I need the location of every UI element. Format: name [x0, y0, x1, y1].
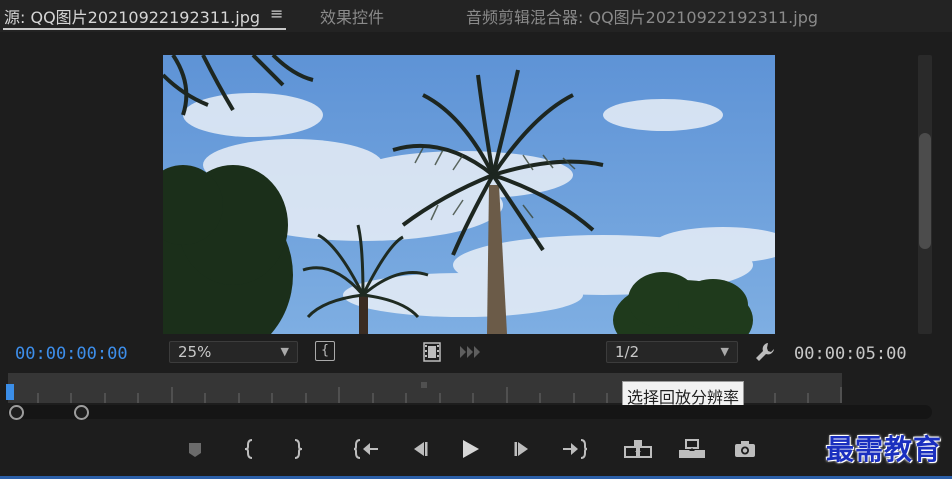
zoom-level-select[interactable]: 25% ▼	[169, 341, 298, 363]
duration-timecode: 00:00:05:00	[794, 344, 907, 364]
overwrite-icon[interactable]	[677, 437, 707, 461]
play-icon[interactable]	[459, 437, 481, 461]
tab-effect-controls[interactable]: 效果控件	[320, 4, 384, 28]
tab-source[interactable]: 源: QQ图片20210922192311.jpg	[4, 4, 260, 28]
watermark-logo: 最需教育	[826, 433, 943, 466]
active-tab-indicator	[3, 28, 286, 30]
mark-out-icon[interactable]	[289, 437, 305, 461]
insert-icon[interactable]	[624, 437, 654, 461]
step-back-icon[interactable]	[408, 437, 430, 461]
zoom-scroll-track[interactable]	[8, 405, 932, 419]
current-timecode[interactable]: 00:00:00:00	[15, 344, 128, 364]
mark-in-icon[interactable]	[242, 437, 258, 461]
tab-audio-clip-mixer[interactable]: 音频剪辑混合器: QQ图片20210922192311.jpg	[466, 4, 818, 28]
add-marker-icon[interactable]	[186, 437, 204, 461]
export-frame-camera-icon[interactable]	[733, 437, 757, 461]
chevron-down-icon: ▼	[720, 345, 729, 358]
preview-image	[163, 55, 775, 334]
scrollbar-thumb[interactable]	[919, 133, 931, 249]
playback-resolution-select[interactable]: 1/2 ▼	[606, 341, 738, 363]
video-preview[interactable]	[163, 55, 775, 334]
film-strip-icon[interactable]	[423, 342, 441, 362]
zoom-handle-left[interactable]	[9, 405, 24, 420]
drag-video-only-icon[interactable]	[460, 346, 482, 358]
panel-tab-bar: 源: QQ图片20210922192311.jpg ≡ 效果控件 音频剪辑混合器…	[0, 0, 952, 32]
zoom-level-value: 25%	[178, 343, 212, 361]
vertical-scrollbar[interactable]	[918, 55, 932, 334]
wrench-settings-icon[interactable]	[754, 341, 776, 363]
go-to-in-icon[interactable]	[353, 437, 379, 461]
playhead[interactable]	[6, 384, 14, 400]
chevron-down-icon: ▼	[280, 345, 289, 358]
step-forward-icon[interactable]	[512, 437, 534, 461]
go-to-out-icon[interactable]	[562, 437, 588, 461]
playback-resolution-value: 1/2	[615, 343, 640, 361]
zoom-handle-right[interactable]	[74, 405, 89, 420]
hamburger-menu-icon[interactable]: ≡	[270, 4, 283, 23]
fit-brackets-icon[interactable]: {	[315, 341, 335, 361]
